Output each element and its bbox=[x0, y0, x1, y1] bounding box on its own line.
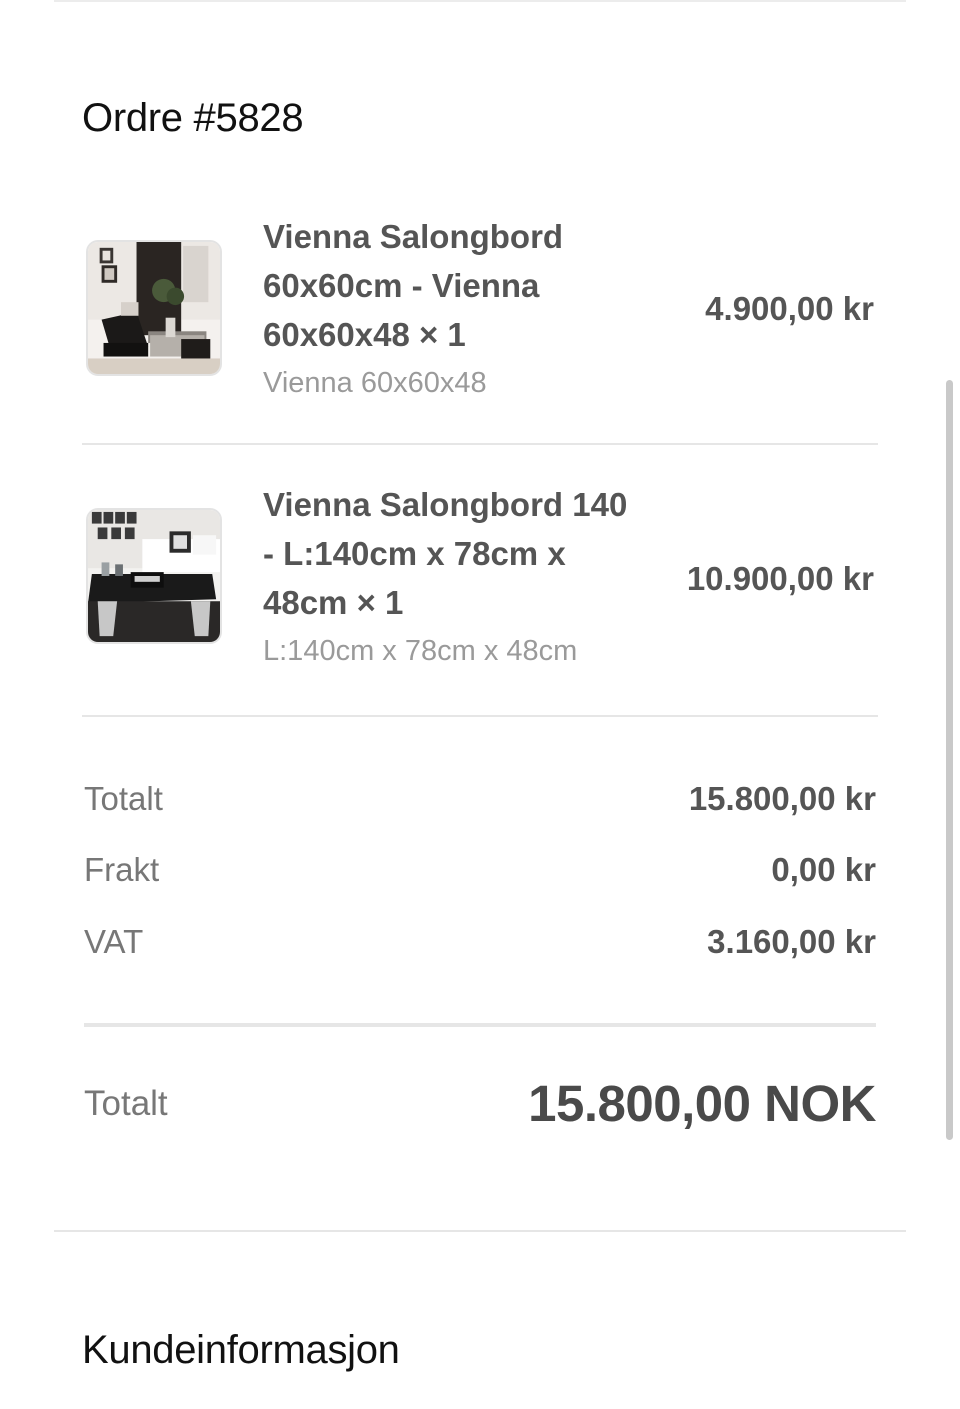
shipping-value: 0,00 kr bbox=[771, 851, 876, 888]
customer-info-title: Kundeinformasjon bbox=[82, 1328, 400, 1372]
top-divider bbox=[54, 0, 906, 2]
vat-row: VAT 3.160,00 kr bbox=[84, 923, 876, 967]
item-price: 10.900,00 kr bbox=[686, 560, 874, 597]
shipping-row: Frakt 0,00 kr bbox=[84, 851, 876, 895]
subtotal-row: Totalt 15.800,00 kr bbox=[84, 780, 876, 824]
vat-label: VAT bbox=[84, 923, 144, 960]
item-price: 4.900,00 kr bbox=[705, 290, 874, 327]
scrollbar[interactable] bbox=[946, 380, 953, 1140]
item-details: Vienna Salongbord 60x60cm - Vienna 60x60… bbox=[263, 212, 643, 403]
grand-total-value: 15.800,00 NOK bbox=[528, 1075, 876, 1132]
subtotal-label: Totalt bbox=[84, 780, 163, 817]
order-title: Ordre #5828 bbox=[82, 96, 304, 140]
item-variant: L:140cm x 78cm x 48cm bbox=[263, 635, 578, 667]
order-line-item: Vienna Salongbord 60x60cm - Vienna 60x60… bbox=[82, 212, 878, 422]
product-image-black-coffee-table bbox=[88, 510, 220, 642]
item-divider bbox=[82, 443, 878, 445]
items-summary-divider bbox=[82, 715, 878, 717]
subtotal-value: 15.800,00 kr bbox=[688, 780, 876, 817]
item-variant: Vienna 60x60x48 bbox=[263, 367, 487, 399]
item-title: Vienna Salongbord 60x60cm - Vienna 60x60… bbox=[263, 218, 564, 353]
summary-total-divider bbox=[84, 1023, 876, 1027]
grand-total-label: Totalt bbox=[84, 1084, 168, 1123]
item-details: Vienna Salongbord 140 - L:140cm x 78cm x… bbox=[263, 480, 643, 671]
item-title: Vienna Salongbord 140 - L:140cm x 78cm x… bbox=[263, 486, 628, 621]
shipping-label: Frakt bbox=[84, 851, 160, 888]
product-thumbnail bbox=[86, 508, 222, 644]
vat-value: 3.160,00 kr bbox=[707, 923, 876, 960]
order-line-item: Vienna Salongbord 140 - L:140cm x 78cm x… bbox=[82, 480, 878, 690]
product-thumbnail bbox=[86, 240, 222, 376]
grand-total-row: Totalt 15.800,00 NOK bbox=[84, 1074, 876, 1138]
section-divider bbox=[54, 1230, 906, 1232]
product-image-living-room-armchair bbox=[88, 242, 220, 374]
